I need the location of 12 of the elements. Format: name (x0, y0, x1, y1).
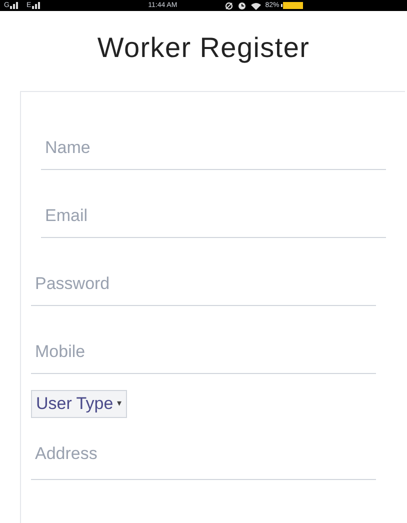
signal-icon (10, 2, 18, 9)
text-field[interactable]: Address (31, 424, 376, 480)
text-field[interactable]: Mobile (31, 322, 376, 374)
battery-icon (281, 2, 304, 9)
text-field[interactable]: Name (41, 118, 386, 170)
user-type-dropdown[interactable]: User Type ▾ (31, 390, 128, 418)
page-title: Worker Register (96, 31, 311, 65)
alarm-off-icon (225, 2, 234, 10)
text-field[interactable]: Password (31, 254, 376, 306)
wifi-icon (251, 2, 262, 10)
signal-icon (32, 2, 40, 9)
text-field[interactable]: Email (41, 186, 386, 238)
